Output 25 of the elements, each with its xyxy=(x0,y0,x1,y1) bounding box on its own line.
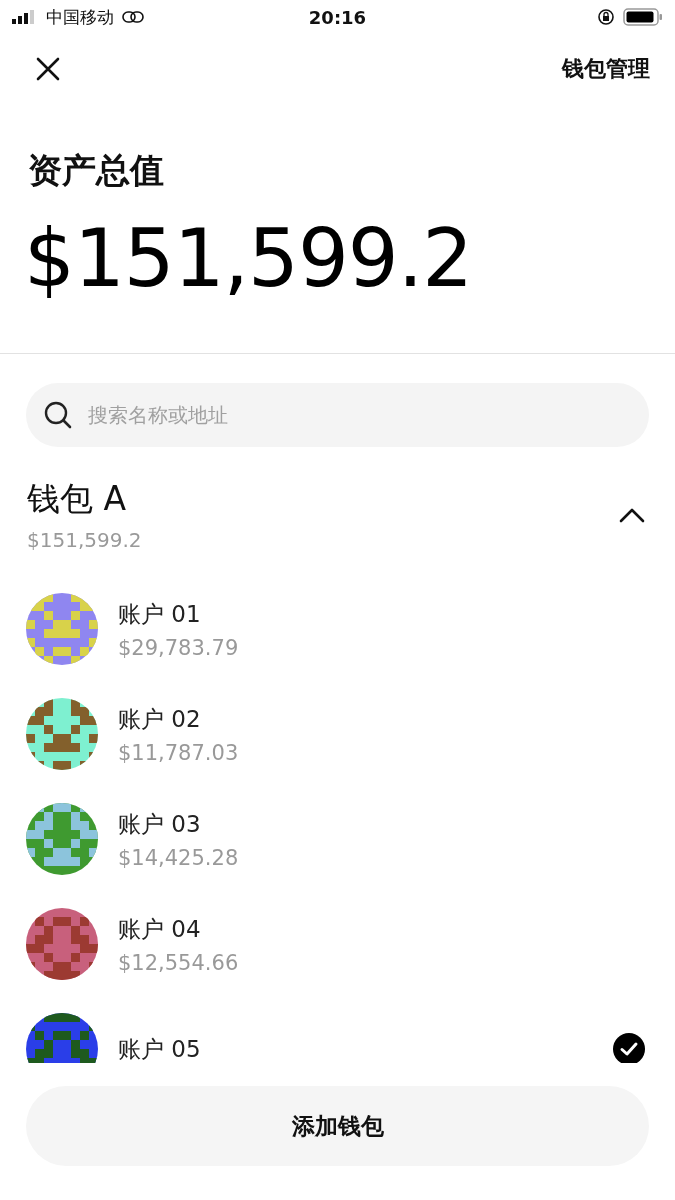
wallet-management-link[interactable]: 钱包管理 xyxy=(562,54,650,84)
collapse-button[interactable] xyxy=(619,506,645,523)
rotation-lock-icon xyxy=(597,8,615,26)
total-assets-value: $151,599.2 xyxy=(24,212,474,305)
carrier-name: 中国移动 xyxy=(46,5,114,29)
status-time: 20:16 xyxy=(308,6,367,28)
account-name: 账户 02 xyxy=(118,704,202,734)
search-field[interactable]: 搜索名称或地址 xyxy=(26,383,649,447)
account-value: $11,787.03 xyxy=(118,740,240,765)
wallet-value: $151,599.2 xyxy=(27,528,142,552)
account-value: $14,425.28 xyxy=(118,845,240,870)
wallet-name: 钱包 A xyxy=(27,478,128,520)
account-value: $12,554.66 xyxy=(118,950,240,975)
search-input[interactable]: 搜索名称或地址 xyxy=(86,402,631,428)
account-name: 账户 04 xyxy=(118,914,202,944)
account-value: $29,783.79 xyxy=(118,635,240,660)
battery-icon xyxy=(623,8,663,26)
account-name: 账户 01 xyxy=(118,599,202,629)
search-icon xyxy=(44,401,72,429)
total-assets-label: 资产总值 xyxy=(28,149,165,192)
account-name: 账户 05 xyxy=(118,1034,202,1063)
add-wallet-button[interactable]: 添加钱包 xyxy=(26,1086,649,1166)
link-icon xyxy=(122,11,144,23)
account-name: 账户 03 xyxy=(118,809,202,839)
close-button[interactable] xyxy=(36,57,60,81)
